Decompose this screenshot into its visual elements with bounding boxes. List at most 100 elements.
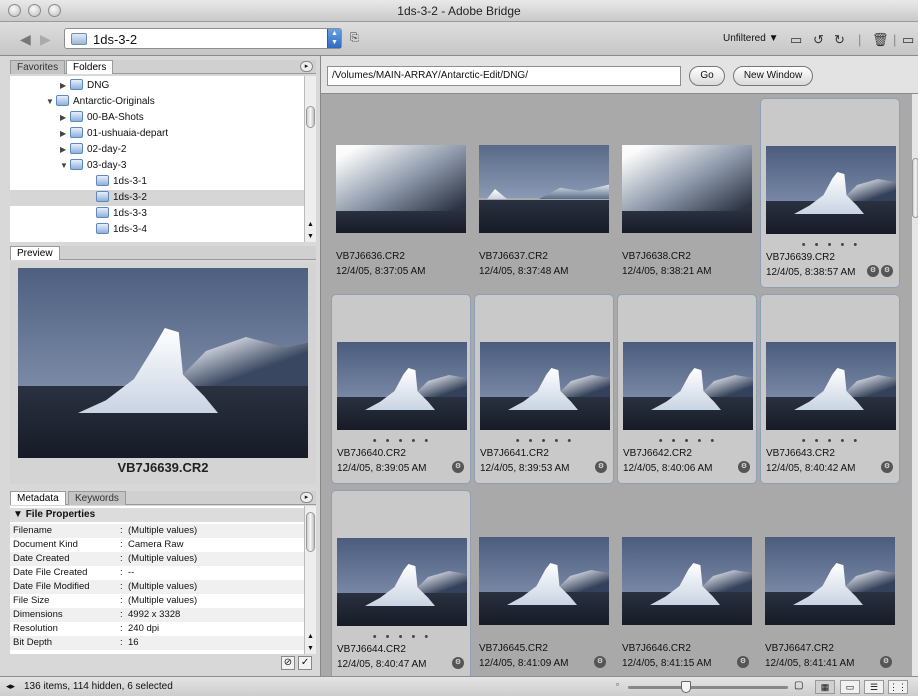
metadata-scrollbar[interactable]: ▲ ▼ (304, 506, 316, 654)
tree-item[interactable]: ▶ 02-day-2 (10, 142, 304, 158)
scroll-down-icon[interactable]: ▼ (307, 645, 314, 652)
section-file-properties[interactable]: ▼ File Properties (10, 508, 304, 522)
thumbnail-image (766, 342, 896, 430)
tree-item-label: 1ds-3-3 (113, 208, 147, 219)
thumbnails-view-button[interactable]: ▦ (815, 680, 835, 694)
disclosure-triangle-icon[interactable]: ▼ (60, 158, 70, 174)
panel-menu-icon[interactable]: ▸ (300, 492, 313, 503)
camera-raw-settings-icon: ⚙ (738, 461, 750, 473)
tree-item[interactable]: ▶ DNG (10, 78, 304, 94)
toggle-panes-icon[interactable]: ◂▸ (6, 681, 15, 692)
path-input[interactable]: /Volumes/MAIN-ARRAY/Antarctic-Edit/DNG/ (327, 66, 681, 86)
new-folder-icon[interactable]: ▭ (790, 32, 802, 48)
disclosure-triangle-icon[interactable]: ▶ (60, 126, 70, 142)
tree-item[interactable]: 1ds-3-3 (10, 206, 304, 222)
thumbnail-cell[interactable]: • • • • • VB7J6641.CR2 12/4/05, 8:39:53 AM… (474, 294, 614, 484)
thumbnail-cell[interactable]: VB7J6646.CR2 12/4/05, 8:41:15 AM ⚙ (617, 490, 757, 680)
thumbnail-cell[interactable]: VB7J6636.CR2 12/4/05, 8:37:05 AM (331, 98, 471, 288)
metadata-row: Dimensions:4992 x 3328 (10, 608, 304, 622)
folders-scrollbar[interactable]: ▲ ▼ (304, 76, 316, 242)
disclosure-triangle-icon[interactable]: ▶ (60, 142, 70, 158)
rotate-right-icon[interactable]: ↻ (834, 32, 845, 48)
scroll-up-icon[interactable]: ▲ (307, 221, 314, 228)
tree-item[interactable]: 1ds-3-2 (10, 190, 304, 206)
rating-dots[interactable]: • • • • • (761, 239, 901, 251)
apply-check-icon[interactable]: ✓ (298, 656, 313, 670)
details-view-button[interactable]: ☰ (864, 680, 884, 694)
rating-dots[interactable]: • • • • • (618, 435, 758, 447)
metadata-row: Date File Modified: (Multiple values) (10, 580, 304, 594)
thumbnail-date: 12/4/05, 8:38:57 AM (766, 267, 856, 278)
location-stepper[interactable]: ▲ ▼ (327, 29, 341, 48)
large-thumb-icon[interactable]: ▢ (794, 680, 803, 691)
separator: : (120, 609, 123, 620)
panel-menu-icon[interactable]: ▸ (300, 61, 313, 72)
thumbnail-cell[interactable]: VB7J6645.CR2 12/4/05, 8:41:09 AM ⚙ (474, 490, 614, 680)
back-arrow-icon[interactable]: ◀ (20, 31, 31, 48)
go-button[interactable]: Go (689, 66, 725, 86)
trash-icon[interactable]: 🗑 (872, 32, 889, 48)
metadata-key: Bit Depth (13, 637, 53, 648)
tab-favorites[interactable]: Favorites (10, 60, 66, 74)
rating-dots[interactable]: • • • • • (332, 435, 472, 447)
filmstrip-view-button[interactable]: ▭ (840, 680, 860, 694)
slider-knob[interactable] (680, 681, 691, 693)
disclosure-triangle-icon[interactable]: ▶ (60, 78, 70, 94)
tree-item[interactable]: ▼ Antarctic-Originals (10, 94, 304, 110)
tree-item[interactable]: ▶ 01-ushuaia-depart (10, 126, 304, 142)
folder-icon (70, 111, 83, 122)
thumbnail-cell[interactable]: VB7J6637.CR2 12/4/05, 8:37:48 AM (474, 98, 614, 288)
tab-metadata[interactable]: Metadata (10, 491, 66, 505)
scroll-up-icon[interactable]: ▲ (307, 633, 314, 640)
compact-mode-icon[interactable]: ▭ (902, 32, 914, 48)
tree-item-label: 03-day-3 (87, 160, 127, 171)
location-popup[interactable]: 1ds-3-2 ▲ ▼ (64, 28, 342, 49)
scroll-thumb[interactable] (306, 106, 315, 128)
tree-item[interactable]: 1ds-3-1 (10, 174, 304, 190)
disclosure-triangle-icon[interactable]: ▶ (60, 110, 70, 126)
tab-folders[interactable]: Folders (66, 60, 114, 74)
thumbnail-filename: VB7J6639.CR2 (766, 252, 835, 263)
thumbnail-filename: VB7J6641.CR2 (480, 448, 549, 459)
metadata-key: Date File Modified (13, 581, 90, 592)
versions-view-button[interactable]: ⋮⋮ (888, 680, 908, 694)
tab-keywords[interactable]: Keywords (68, 491, 126, 505)
tree-item[interactable]: ▼ 03-day-3 (10, 158, 304, 174)
rotate-left-icon[interactable]: ↺ (813, 32, 824, 48)
rating-dots[interactable]: • • • • • (761, 435, 901, 447)
cancel-icon[interactable]: ⊘ (281, 656, 295, 670)
metadata-value: (Multiple values) (128, 525, 198, 536)
thumbnail-date: 12/4/05, 8:41:41 AM (765, 658, 855, 669)
content-scrollbar[interactable] (911, 94, 918, 676)
go-up-folder-icon[interactable]: ⎘ (350, 32, 359, 45)
rating-dots[interactable]: • • • • • (475, 435, 615, 447)
tab-preview[interactable]: Preview (10, 246, 60, 260)
folder-icon (96, 175, 109, 186)
scroll-thumb[interactable] (912, 158, 918, 218)
thumbnail-cell[interactable]: • • • • • VB7J6640.CR2 12/4/05, 8:39:05 AM… (331, 294, 471, 484)
tree-item-label: 00-BA-Shots (87, 112, 144, 123)
small-thumb-icon[interactable]: ▫ (616, 680, 619, 689)
thumbnail-image (623, 342, 753, 430)
disclosure-triangle-icon[interactable]: ▼ (46, 94, 56, 110)
tree-item[interactable]: ▶ 00-BA-Shots (10, 110, 304, 126)
forward-arrow-icon[interactable]: ▶ (40, 31, 51, 48)
scroll-thumb[interactable] (306, 512, 315, 552)
thumbnail-cell[interactable]: • • • • • VB7J6644.CR2 12/4/05, 8:40:47 AM… (331, 490, 471, 680)
metadata-row: File Size: (Multiple values) (10, 594, 304, 608)
thumbnail-cell[interactable]: VB7J6647.CR2 12/4/05, 8:41:41 AM ⚙ (760, 490, 900, 680)
preview-tabbar: Preview (10, 246, 316, 260)
thumbnail-filename: VB7J6645.CR2 (479, 643, 548, 654)
thumbnail-cell[interactable]: • • • • • VB7J6642.CR2 12/4/05, 8:40:06 AM… (617, 294, 757, 484)
filter-menu[interactable]: Unfiltered ▼ (723, 33, 778, 44)
camera-raw-settings-icon: ⚙ (881, 265, 893, 277)
thumbnail-cell[interactable]: • • • • • VB7J6643.CR2 12/4/05, 8:40:42 AM… (760, 294, 900, 484)
new-window-button[interactable]: New Window (733, 66, 813, 86)
thumbnail-cell[interactable]: VB7J6638.CR2 12/4/05, 8:38:21 AM (617, 98, 757, 288)
rating-dots[interactable]: • • • • • (332, 631, 472, 643)
thumbnail-cell[interactable]: • • • • • VB7J6639.CR2 12/4/05, 8:38:57 AM… (760, 98, 900, 288)
scroll-down-icon[interactable]: ▼ (307, 233, 314, 240)
thumbnail-size-slider[interactable] (628, 681, 788, 693)
thumbnail-date: 12/4/05, 8:39:05 AM (337, 463, 427, 474)
tree-item[interactable]: 1ds-3-4 (10, 222, 304, 238)
